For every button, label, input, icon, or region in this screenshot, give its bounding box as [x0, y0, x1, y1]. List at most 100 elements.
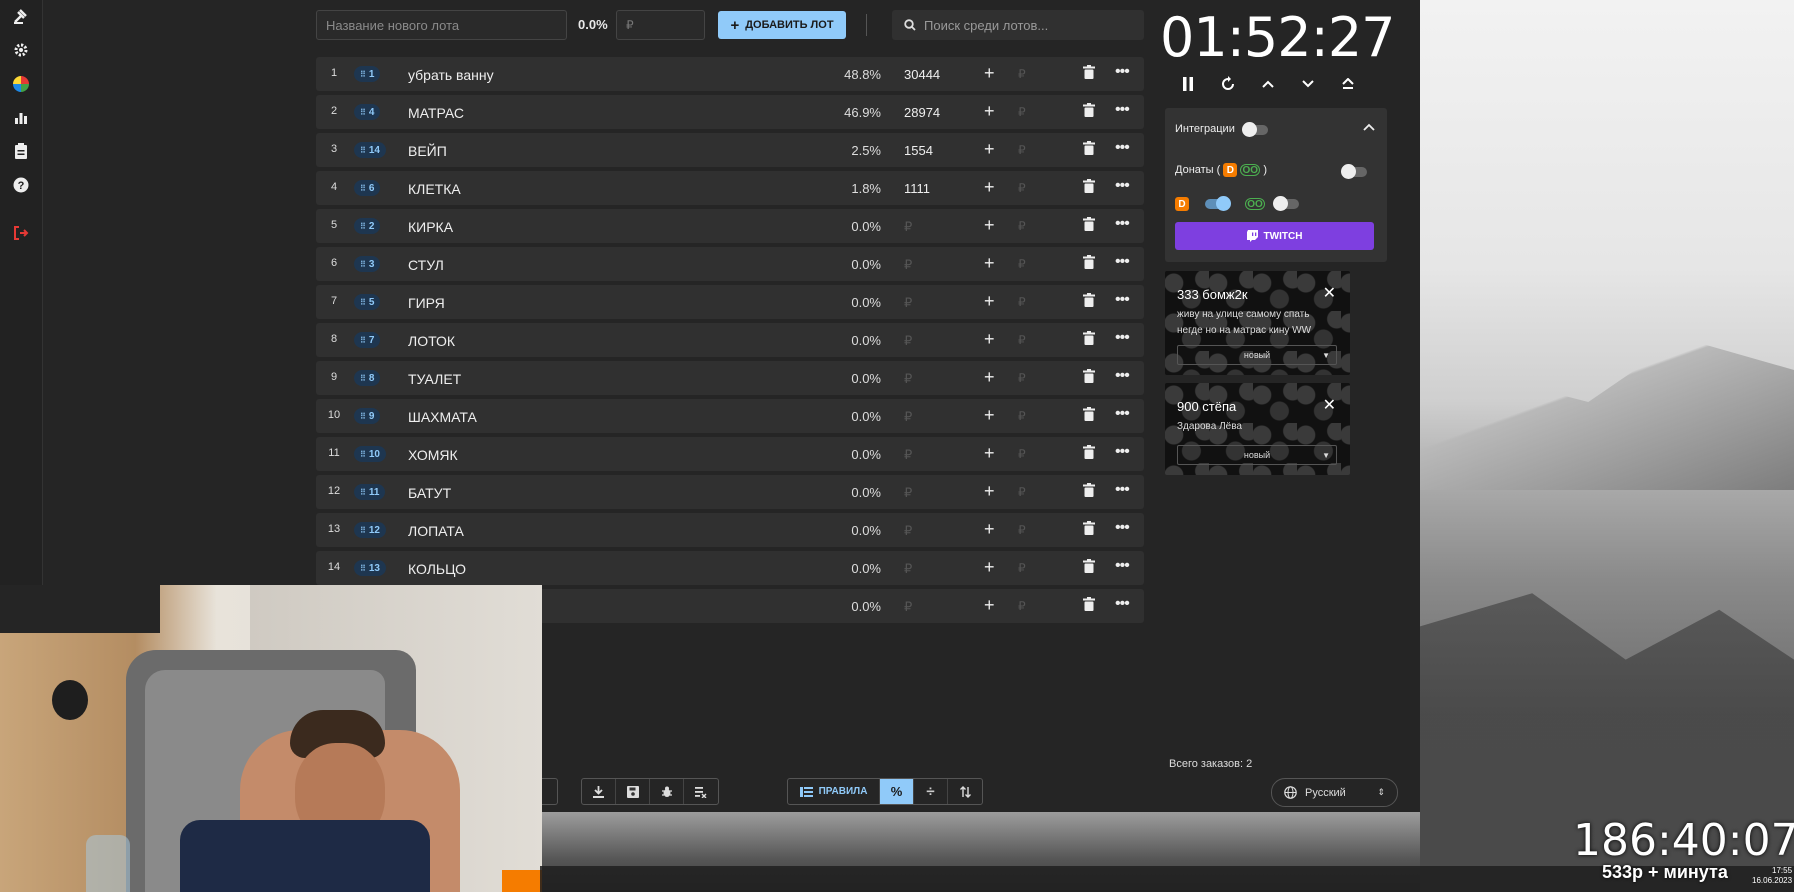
- delete-icon[interactable]: [1083, 65, 1099, 83]
- lot-name[interactable]: БАТУТ: [408, 485, 451, 501]
- lot-name[interactable]: ХОМЯК: [408, 447, 458, 463]
- amount-input-ruble[interactable]: ₽: [1018, 561, 1026, 575]
- lot-row[interactable]: 8 ⠿ 7 ЛОТОК 0.0% ₽ + ₽ •••: [316, 323, 1144, 357]
- lot-id-badge[interactable]: ⠿ 4: [354, 104, 381, 120]
- more-options-icon[interactable]: •••: [1115, 443, 1130, 461]
- history-clipboard-icon[interactable]: [9, 139, 33, 163]
- percent-mode-icon[interactable]: %: [880, 779, 914, 804]
- more-options-icon[interactable]: •••: [1115, 519, 1130, 537]
- add-amount-icon[interactable]: +: [984, 329, 995, 350]
- more-options-icon[interactable]: •••: [1115, 367, 1130, 385]
- amount-input-ruble[interactable]: ₽: [1018, 409, 1026, 423]
- lot-row[interactable]: 11 ⠿ 10 ХОМЯК 0.0% ₽ + ₽ •••: [316, 437, 1144, 471]
- amount-input-ruble[interactable]: ₽: [1018, 295, 1026, 309]
- add-lot-button[interactable]: + ДОБАВИТЬ ЛОТ: [718, 11, 846, 39]
- lot-amount[interactable]: ₽: [904, 523, 912, 539]
- delete-icon[interactable]: [1083, 559, 1099, 577]
- delete-icon[interactable]: [1083, 217, 1099, 235]
- lot-id-badge[interactable]: ⠿ 11: [354, 484, 386, 500]
- add-amount-icon[interactable]: +: [984, 63, 995, 84]
- amount-input-ruble[interactable]: ₽: [1018, 599, 1026, 613]
- lot-search-input[interactable]: [924, 17, 1124, 33]
- lot-amount[interactable]: 28974: [904, 105, 940, 120]
- delete-icon[interactable]: [1083, 483, 1099, 501]
- delete-icon[interactable]: [1083, 331, 1099, 349]
- more-options-icon[interactable]: •••: [1115, 139, 1130, 157]
- lot-amount[interactable]: ₽: [904, 447, 912, 463]
- amount-input-ruble[interactable]: ₽: [1018, 181, 1026, 195]
- rules-button[interactable]: ПРАВИЛА: [788, 779, 880, 804]
- add-amount-icon[interactable]: +: [984, 177, 995, 198]
- lot-row[interactable]: 3 ⠿ 14 ВЕЙП 2.5% 1554 + ₽ •••: [316, 133, 1144, 167]
- lot-name[interactable]: КЛЕТКА: [408, 181, 461, 197]
- lot-name[interactable]: ВЕЙП: [408, 143, 447, 159]
- lot-row[interactable]: 14 ⠿ 13 КОЛЬЦО 0.0% ₽ + ₽ •••: [316, 551, 1144, 585]
- lot-row[interactable]: 2 ⠿ 4 МАТРАС 46.9% 28974 + ₽ •••: [316, 95, 1144, 129]
- delete-icon[interactable]: [1083, 407, 1099, 425]
- lot-id-badge[interactable]: ⠿ 6: [354, 180, 381, 196]
- lot-id-badge[interactable]: ⠿ 7: [354, 332, 381, 348]
- lot-row[interactable]: 6 ⠿ 3 СТУЛ 0.0% ₽ + ₽ •••: [316, 247, 1144, 281]
- amount-input-ruble[interactable]: ₽: [1018, 219, 1026, 233]
- lot-amount[interactable]: ₽: [904, 333, 912, 349]
- more-options-icon[interactable]: •••: [1115, 291, 1130, 309]
- lot-row[interactable]: 7 ⠿ 5 ГИРЯ 0.0% ₽ + ₽ •••: [316, 285, 1144, 319]
- delete-icon[interactable]: [1083, 445, 1099, 463]
- settings-gear-icon[interactable]: [9, 38, 33, 62]
- lot-id-badge[interactable]: ⠿ 2: [354, 218, 381, 234]
- lot-id-badge[interactable]: ⠿ 12: [354, 522, 386, 538]
- more-options-icon[interactable]: •••: [1115, 63, 1130, 81]
- delete-icon[interactable]: [1083, 521, 1099, 539]
- add-amount-icon[interactable]: +: [984, 139, 995, 160]
- lot-amount[interactable]: 30444: [904, 67, 940, 82]
- add-amount-icon[interactable]: +: [984, 405, 995, 426]
- lot-name[interactable]: КИРКА: [408, 219, 453, 235]
- more-options-icon[interactable]: •••: [1115, 253, 1130, 271]
- lot-id-badge[interactable]: ⠿ 14: [354, 142, 386, 158]
- lot-amount[interactable]: ₽: [904, 295, 912, 311]
- more-options-icon[interactable]: •••: [1115, 405, 1130, 423]
- donations-toggle[interactable]: [1341, 164, 1367, 179]
- more-options-icon[interactable]: •••: [1115, 557, 1130, 575]
- double-chevron-up-icon[interactable]: [1340, 74, 1356, 94]
- lot-id-badge[interactable]: ⠿ 9: [354, 408, 381, 424]
- lot-amount[interactable]: ₽: [904, 257, 912, 273]
- delete-icon[interactable]: [1083, 179, 1099, 197]
- amount-input-ruble[interactable]: ₽: [1018, 447, 1026, 461]
- add-amount-icon[interactable]: +: [984, 215, 995, 236]
- language-select[interactable]: Русский ⇕: [1271, 778, 1398, 807]
- wheel-icon[interactable]: [9, 72, 33, 96]
- donation-status-select[interactable]: новый ▼: [1177, 445, 1337, 465]
- lot-row[interactable]: 1 ⠿ 1 убрать ванну 48.8% 30444 + ₽ •••: [316, 57, 1144, 91]
- add-amount-icon[interactable]: +: [984, 101, 995, 122]
- donatex-toggle[interactable]: [1273, 196, 1299, 211]
- lot-name[interactable]: убрать ванну: [408, 67, 494, 83]
- chevron-down-icon[interactable]: [1300, 74, 1316, 94]
- lot-amount[interactable]: ₽: [904, 561, 912, 577]
- new-lot-amount-input[interactable]: [616, 10, 705, 40]
- donation-status-select[interactable]: новый ▼: [1177, 345, 1337, 365]
- amount-input-ruble[interactable]: ₽: [1018, 257, 1026, 271]
- close-icon[interactable]: ✕: [1323, 395, 1336, 415]
- delete-icon[interactable]: [1083, 255, 1099, 273]
- add-amount-icon[interactable]: +: [984, 481, 995, 502]
- lot-id-badge[interactable]: ⠿ 10: [354, 446, 386, 462]
- lot-id-badge[interactable]: ⠿ 13: [354, 560, 386, 576]
- save-icon[interactable]: [616, 779, 650, 804]
- more-options-icon[interactable]: •••: [1115, 101, 1130, 119]
- lot-id-badge[interactable]: ⠿ 8: [354, 370, 381, 386]
- lot-amount[interactable]: ₽: [904, 485, 912, 501]
- reset-icon[interactable]: [1220, 74, 1236, 94]
- lot-name[interactable]: КОЛЬЦО: [408, 561, 466, 577]
- lot-name[interactable]: СТУЛ: [408, 257, 444, 273]
- amount-input-ruble[interactable]: ₽: [1018, 333, 1026, 347]
- amount-input-ruble[interactable]: ₽: [1018, 67, 1026, 81]
- lot-amount[interactable]: 1554: [904, 143, 933, 158]
- twitch-button[interactable]: TWITCH: [1175, 222, 1374, 250]
- stats-chart-icon[interactable]: [9, 105, 33, 129]
- delete-icon[interactable]: [1083, 141, 1099, 159]
- clear-list-icon[interactable]: [684, 779, 718, 804]
- lot-amount[interactable]: ₽: [904, 409, 912, 425]
- lot-row[interactable]: 10 ⠿ 9 ШАХМАТА 0.0% ₽ + ₽ •••: [316, 399, 1144, 433]
- lot-name[interactable]: МАТРАС: [408, 105, 464, 121]
